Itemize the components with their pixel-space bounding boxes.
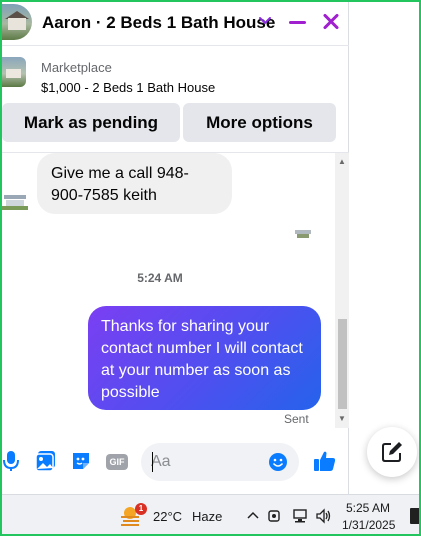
text-caret [152, 452, 153, 472]
photo-icon[interactable] [35, 450, 57, 472]
minimize-icon[interactable] [289, 21, 306, 24]
gif-icon[interactable]: GIF [106, 454, 128, 470]
message-timestamp: 5:24 AM [137, 271, 183, 285]
sticker-icon[interactable] [70, 450, 92, 472]
taskbar: 1 22°C Haze 5:25 AM 1/31/2025 [0, 494, 421, 536]
microphone-icon[interactable] [2, 450, 24, 472]
message-composer: GIF [2, 430, 349, 494]
outgoing-message: Thanks for sharing your contact number I… [88, 306, 321, 410]
clock-time[interactable]: 5:25 AM [346, 501, 390, 515]
chat-window: Aaron · 2 Beds 1 Bath House Marketplace … [2, 0, 349, 494]
sent-status: Sent [284, 412, 309, 426]
network-icon[interactable] [292, 508, 310, 524]
volume-icon[interactable] [315, 508, 333, 524]
more-options-button[interactable]: More options [183, 103, 336, 142]
listing-thumbnail [2, 57, 26, 87]
emoji-icon[interactable] [268, 452, 288, 472]
clock-date[interactable]: 1/31/2025 [342, 518, 395, 532]
scroll-thumb[interactable] [338, 319, 347, 409]
weather-condition[interactable]: Haze [192, 509, 222, 524]
chevron-down-icon[interactable] [257, 12, 273, 28]
chat-header: Aaron · 2 Beds 1 Bath House [2, 0, 349, 46]
chat-title[interactable]: Aaron · 2 Beds 1 Bath House [42, 13, 275, 33]
weather-alert-badge: 1 [135, 503, 147, 515]
message-list: Give me a call 948-900-7585 keith 5:24 A… [2, 153, 335, 428]
scrollbar[interactable]: ▲ ▼ [335, 153, 349, 428]
marketplace-listing[interactable]: Marketplace $1,000 - 2 Beds 1 Bath House [2, 47, 349, 99]
like-icon[interactable] [313, 449, 337, 473]
device-icon[interactable] [265, 508, 283, 524]
mark-as-pending-button[interactable]: Mark as pending [2, 103, 180, 142]
tray-chevron-up-icon[interactable] [244, 508, 262, 524]
listing-source-label: Marketplace [41, 60, 112, 75]
scroll-down-icon[interactable]: ▼ [335, 412, 349, 426]
weather-temperature[interactable]: 22°C [153, 509, 182, 524]
scroll-up-icon[interactable]: ▲ [335, 155, 349, 169]
sender-avatar[interactable] [2, 191, 28, 213]
new-message-button[interactable] [367, 427, 417, 477]
read-receipt-avatar [295, 227, 311, 241]
close-icon[interactable] [320, 11, 342, 33]
incoming-message: Give me a call 948-900-7585 keith [37, 153, 232, 214]
notification-icon[interactable] [410, 508, 420, 524]
listing-price-title: $1,000 - 2 Beds 1 Bath House [41, 80, 216, 95]
new-message-icon [382, 442, 402, 462]
avatar[interactable] [2, 4, 32, 40]
